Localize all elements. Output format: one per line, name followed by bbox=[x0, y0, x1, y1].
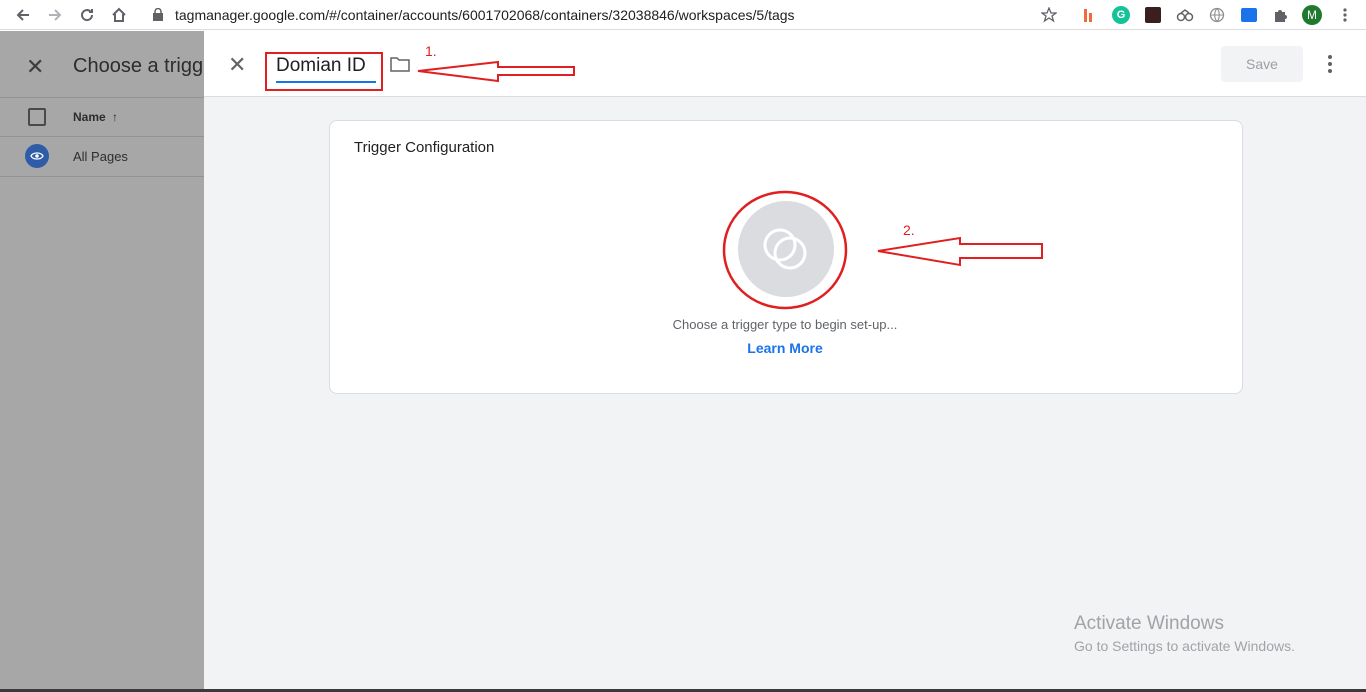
select-all-checkbox[interactable] bbox=[28, 108, 46, 126]
close-icon[interactable]: ✕ bbox=[26, 54, 44, 80]
trigger-row-label[interactable]: All Pages bbox=[73, 149, 128, 164]
link-extension-icon[interactable] bbox=[1175, 5, 1195, 25]
lock-icon[interactable] bbox=[152, 8, 164, 21]
name-input-underline bbox=[276, 81, 376, 83]
pdf-extension-icon[interactable] bbox=[1143, 5, 1163, 25]
more-options-icon[interactable] bbox=[1320, 52, 1340, 76]
bookmark-star-icon[interactable] bbox=[1039, 5, 1059, 25]
activation-watermark-subtitle: Go to Settings to activate Windows. bbox=[1074, 638, 1295, 654]
globe-extension-icon[interactable] bbox=[1207, 5, 1227, 25]
trigger-type-icon bbox=[763, 228, 807, 270]
annotation-label-2: 2. bbox=[903, 222, 915, 238]
folder-icon[interactable] bbox=[390, 56, 410, 72]
name-column-header[interactable]: Name ↑ bbox=[73, 110, 118, 124]
home-icon[interactable] bbox=[108, 4, 130, 26]
learn-more-link[interactable]: Learn More bbox=[700, 340, 870, 356]
reload-icon[interactable] bbox=[76, 4, 98, 26]
activation-watermark-title: Activate Windows bbox=[1074, 613, 1224, 634]
extensions-puzzle-icon[interactable] bbox=[1270, 5, 1290, 25]
choose-trigger-type-button[interactable] bbox=[738, 201, 834, 297]
grammarly-icon[interactable]: G bbox=[1111, 5, 1131, 25]
profile-avatar[interactable]: M bbox=[1302, 5, 1322, 25]
trigger-chooser-title: Choose a trigger bbox=[73, 55, 204, 77]
help-text: Choose a trigger type to begin set-up... bbox=[672, 317, 898, 332]
blue-extension-icon[interactable] bbox=[1239, 5, 1259, 25]
address-bar-url[interactable]: tagmanager.google.com/#/container/accoun… bbox=[175, 7, 795, 23]
annotation-label-1: 1. bbox=[425, 43, 437, 59]
eye-icon bbox=[25, 144, 49, 168]
trigger-name-input[interactable]: Domian ID bbox=[276, 55, 366, 77]
extension-analytics-icon[interactable] bbox=[1080, 5, 1100, 25]
sort-arrow-icon: ↑ bbox=[112, 110, 119, 124]
forward-icon[interactable] bbox=[44, 4, 66, 26]
close-editor-icon[interactable]: ✕ bbox=[228, 52, 246, 78]
back-icon[interactable] bbox=[12, 4, 34, 26]
save-button[interactable]: Save bbox=[1221, 46, 1303, 82]
browser-toolbar: tagmanager.google.com/#/container/accoun… bbox=[0, 0, 1366, 30]
browser-menu-icon[interactable] bbox=[1335, 5, 1355, 25]
card-title: Trigger Configuration bbox=[354, 139, 495, 156]
